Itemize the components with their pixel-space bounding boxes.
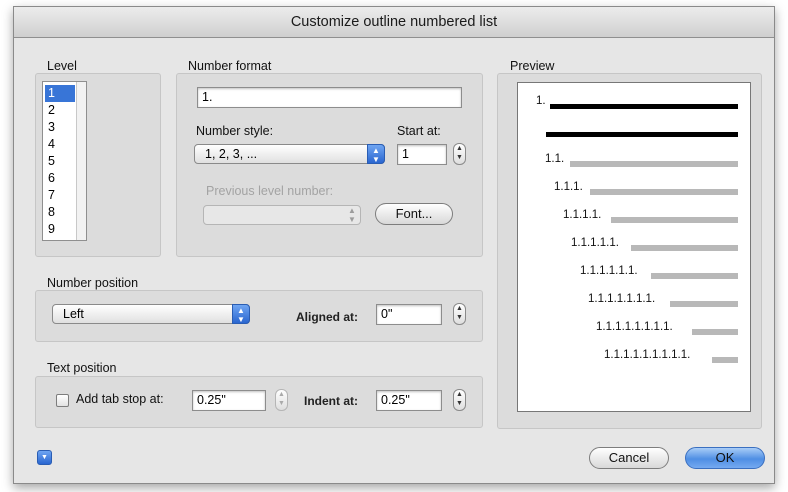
tab-stop-field[interactable]: 0.25" — [192, 390, 266, 411]
indent-at-field[interactable]: 0.25" — [376, 390, 442, 411]
preview-line — [651, 273, 738, 279]
previous-level-label: Previous level number: — [206, 184, 334, 198]
alignment-value: Left — [63, 307, 84, 321]
cancel-button[interactable]: Cancel — [589, 447, 669, 469]
tab-stop-stepper[interactable]: ▲ ▼ — [275, 389, 288, 411]
level-item[interactable]: 5 — [45, 153, 75, 170]
level-item[interactable]: 1 — [45, 85, 75, 102]
alignment-popup[interactable]: Left ▲ ▼ — [52, 304, 250, 324]
level-item[interactable]: 8 — [45, 204, 75, 221]
level-item[interactable]: 7 — [45, 187, 75, 204]
preview-number: 1.1.1.1. — [563, 209, 602, 221]
text-position-label: Text position — [47, 361, 117, 375]
add-tab-stop-checkbox[interactable] — [56, 394, 69, 407]
preview-number: 1. — [536, 95, 546, 107]
preview-line — [712, 357, 738, 363]
preview-line — [611, 217, 738, 223]
preview-number: 1.1. — [545, 153, 565, 165]
preview-number: 1.1.1.1.1.1.1. — [588, 293, 656, 305]
preview-line — [692, 329, 738, 335]
preview-pane: 1. 1.1. 1.1.1. 1.1.1.1. 1.1.1.1.1. 1.1.1… — [517, 82, 751, 412]
level-item[interactable]: 9 — [45, 221, 75, 238]
disclosure-triangle-icon[interactable]: ▼ — [37, 450, 52, 465]
updown-arrows-icon: ▲ ▼ — [348, 206, 356, 224]
previous-level-popup[interactable]: ▲ ▼ — [203, 205, 361, 225]
number-format-label: Number format — [188, 59, 272, 73]
indent-at-stepper[interactable]: ▲ ▼ — [453, 389, 466, 411]
dialog-title: Customize outline numbered list — [14, 7, 774, 38]
add-tab-stop-label: Add tab stop at: — [76, 392, 164, 406]
preview-number: 1.1.1.1.1.1.1.1. — [596, 321, 673, 333]
number-style-popup[interactable]: 1, 2, 3, ... ▲ ▼ — [194, 144, 385, 164]
level-item[interactable]: 3 — [45, 119, 75, 136]
aligned-at-field[interactable]: 0" — [376, 304, 442, 325]
number-style-label: Number style: — [196, 124, 274, 138]
level-item[interactable]: 4 — [45, 136, 75, 153]
aligned-at-label: Aligned at: — [296, 310, 358, 324]
ok-button[interactable]: OK — [685, 447, 765, 469]
preview-line — [590, 189, 738, 195]
preview-line — [670, 301, 738, 307]
preview-line — [631, 245, 738, 251]
level-list-scrollbar[interactable] — [76, 82, 86, 240]
updown-arrows-icon: ▲ ▼ — [367, 144, 385, 164]
number-position-label: Number position — [47, 276, 139, 290]
font-button[interactable]: Font... — [375, 203, 453, 225]
preview-number: 1.1.1. — [554, 181, 583, 193]
level-item[interactable]: 6 — [45, 170, 75, 187]
preview-line — [570, 161, 738, 167]
level-list[interactable]: 1 2 3 4 5 6 7 8 9 — [42, 81, 87, 241]
start-at-label: Start at: — [397, 124, 441, 138]
number-format-field[interactable]: 1. — [197, 87, 462, 108]
preview-number: 1.1.1.1.1.1. — [580, 265, 638, 277]
preview-number: 1.1.1.1.1. — [571, 237, 619, 249]
indent-at-label: Indent at: — [304, 394, 358, 408]
level-item[interactable]: 2 — [45, 102, 75, 119]
number-style-value: 1, 2, 3, ... — [205, 147, 258, 161]
preview-line — [550, 104, 738, 109]
level-label: Level — [47, 59, 77, 73]
preview-line — [546, 132, 738, 137]
aligned-at-stepper[interactable]: ▲ ▼ — [453, 303, 466, 325]
start-at-stepper[interactable]: ▲ ▼ — [453, 143, 466, 165]
updown-arrows-icon: ▲ ▼ — [232, 304, 250, 324]
start-at-field[interactable]: 1 — [397, 144, 447, 165]
preview-number: 1.1.1.1.1.1.1.1.1. — [604, 349, 691, 361]
preview-label: Preview — [510, 59, 555, 73]
